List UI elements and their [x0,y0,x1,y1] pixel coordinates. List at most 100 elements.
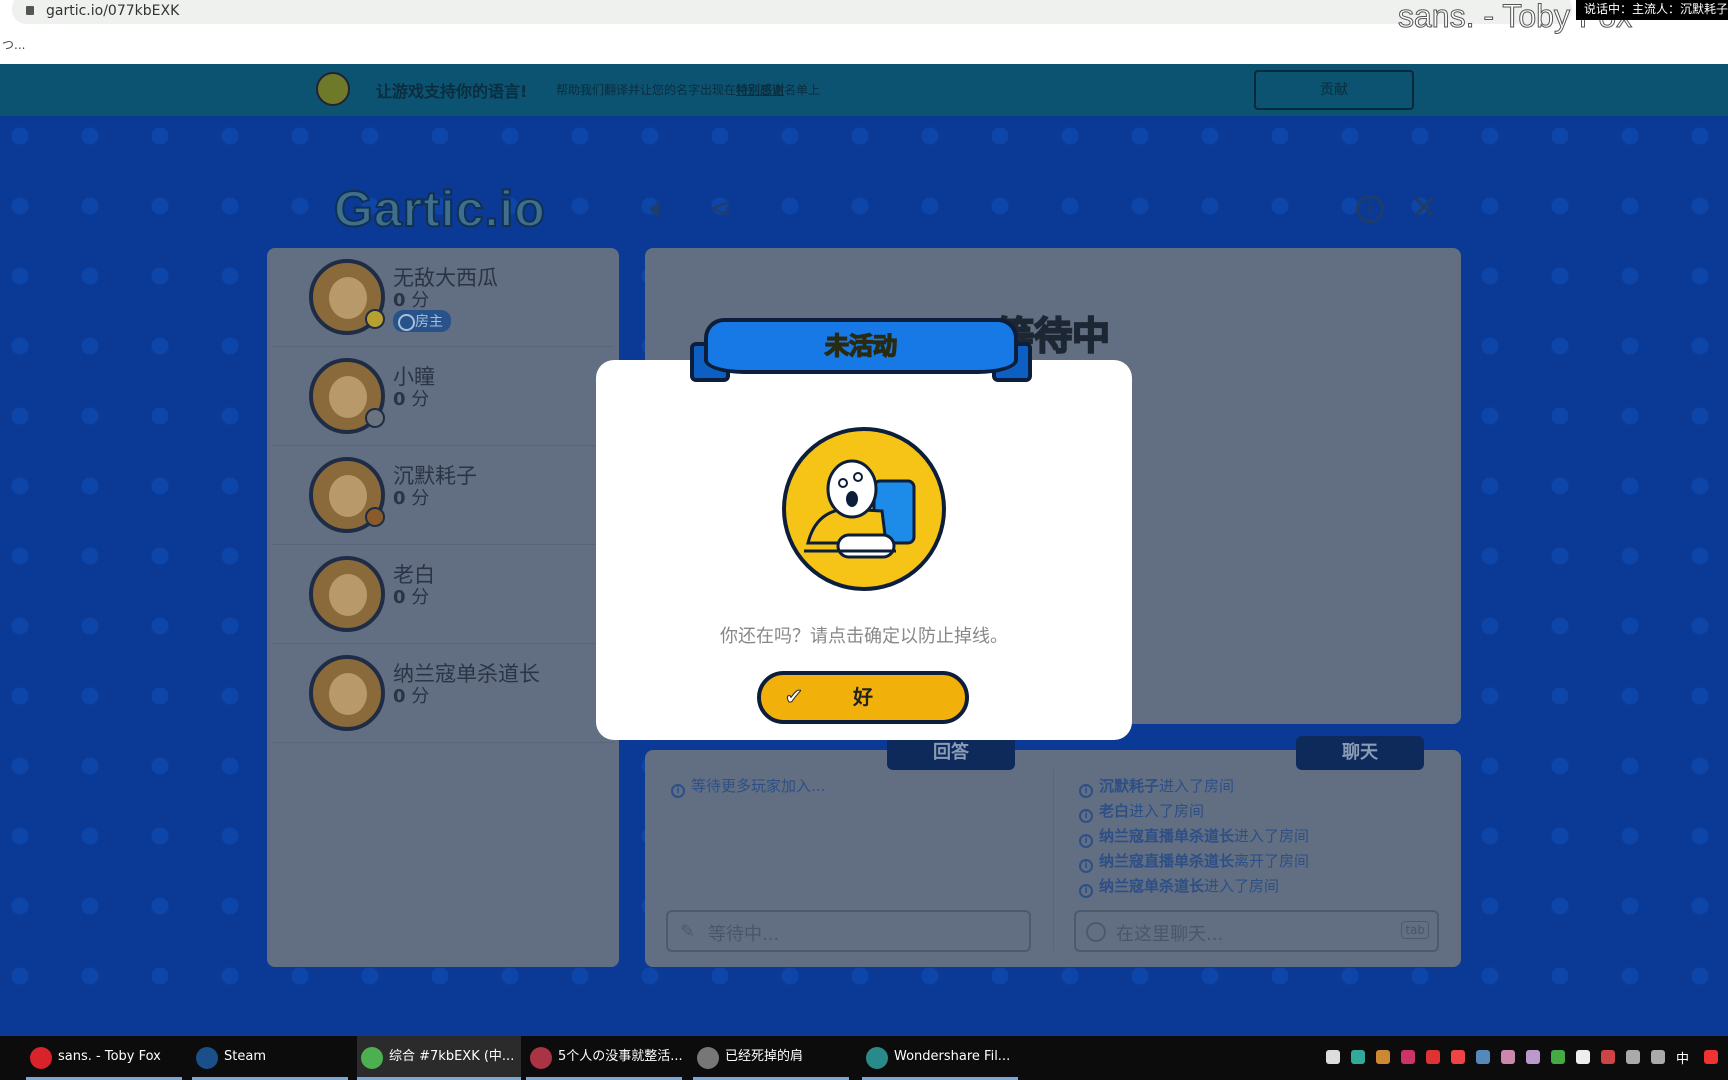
info-icon: i [1079,834,1093,848]
tray-icon[interactable] [1601,1050,1615,1064]
chat-action: 进入了房间 [1204,877,1280,895]
player-row[interactable]: 纳兰寇单杀道长 0 分 [272,644,614,743]
close-icon[interactable]: ✕ [1410,188,1439,228]
ime-indicator[interactable]: 中 [1676,1048,1689,1067]
status-dot [365,507,385,527]
chat-user[interactable]: 沉默耗子 [1099,777,1159,795]
avatar [309,556,385,632]
address-pill[interactable] [12,0,1572,24]
translate-banner: 让游戏支持你的语言! 帮助我们翻译并让您的名字出现在特别感谢名单上 贡献 [0,64,1728,116]
taskbar-item[interactable]: 已经死掉的肩 [693,1036,849,1080]
chat-action: 离开了房间 [1234,852,1310,870]
tray-icon[interactable] [1401,1050,1415,1064]
answers-message-text: 等待更多玩家加入... [691,777,826,795]
info-icon: i [671,784,685,798]
banner-desc: 帮助我们翻译并让您的名字出现在特别感谢名单上 [556,81,820,98]
chat-user[interactable]: 纳兰寇直播单杀道长 [1099,827,1234,845]
score-unit: 分 [411,488,430,509]
ok-label: 好 [853,685,873,709]
ok-button[interactable]: ✔ 好 [757,671,969,724]
banner-desc-suffix: 名单上 [784,83,821,97]
info-icon[interactable]: i [1356,195,1384,223]
loading-text: つ... [2,38,26,52]
score-value: 0 [393,587,406,608]
tray-icon[interactable] [1476,1050,1490,1064]
host-badge: 房主 [393,310,451,332]
info-icon: i [1079,884,1093,898]
chat-message: i 纳兰寇直播单杀道长离开了房间 [1079,850,1309,873]
avatar-face [329,376,367,418]
player-row[interactable]: 小瞳 0 分 [272,347,614,446]
score-unit: 分 [411,290,430,311]
tray-icon[interactable] [1651,1050,1665,1064]
gartic-logo: Gartic.io [333,180,546,238]
chat-user[interactable]: 纳兰寇直播单杀道长 [1099,852,1234,870]
taskbar-item[interactable]: Wondershare Fil... [862,1036,1018,1080]
sogou-icon[interactable] [1704,1050,1718,1064]
tray-icon[interactable] [1576,1050,1590,1064]
player-score: 0 分 [393,583,429,609]
lock-icon [26,6,34,15]
taskbar-item[interactable]: Steam [192,1036,348,1080]
translate-icon [316,72,350,106]
player-score: 0 分 [393,682,429,708]
tray-icon[interactable] [1451,1050,1465,1064]
player-score: 0 分 [393,385,429,411]
score-value: 0 [393,389,406,410]
avatar [309,655,385,731]
tray-icon[interactable] [1426,1050,1440,1064]
avatar [309,259,385,335]
share-icon[interactable]: ⋖ [708,191,733,226]
check-icon: ✔ [784,685,804,711]
avatar [309,358,385,434]
thanks-link[interactable]: 特别感谢 [736,83,784,97]
dialog-message: 你还在吗？请点击确定以防止掉线。 [720,626,1008,647]
chat-action: 进入了房间 [1234,827,1310,845]
info-icon: i [1079,809,1093,823]
tray-icon[interactable] [1526,1050,1540,1064]
player-row[interactable]: 老白 0 分 [272,545,614,644]
avatar-face [329,574,367,616]
status-dot [365,309,385,329]
sleeping-user-icon [782,427,946,591]
banner-title: 让游戏支持你的语言! [376,82,528,101]
player-row[interactable]: 沉默耗子 0 分 [272,446,614,545]
contribute-button[interactable]: 贡献 [1254,70,1414,110]
avatar-face [329,673,367,715]
tray-icon[interactable] [1351,1050,1365,1064]
chat-bubble-icon [1086,922,1106,942]
score-value: 0 [393,488,406,509]
taskbar-item[interactable]: 综合 #7kbEXK (中... [357,1036,521,1080]
tray-icon[interactable] [1376,1050,1390,1064]
chat-action: 进入了房间 [1129,802,1205,820]
dialog-ribbon: 未活动 [690,312,1032,388]
chat-placeholder: 在这里聊天... [1116,924,1224,945]
url-text[interactable]: gartic.io/077kbEXK [46,3,179,19]
chat-user[interactable]: 老白 [1099,802,1129,820]
taskbar-item[interactable]: 5个人の没事就整活... [526,1036,682,1080]
answer-input[interactable]: ✎ 等待中... [666,910,1031,952]
chat-user[interactable]: 纳兰寇单杀道长 [1099,877,1204,895]
status-dot [365,408,385,428]
avatar-face [329,277,367,319]
chat-action: 进入了房间 [1159,777,1235,795]
score-unit: 分 [411,686,430,707]
player-score: 0 分 [393,484,429,510]
pencil-icon: ✎ [680,921,696,942]
tray-icon[interactable] [1551,1050,1565,1064]
chat-input[interactable]: 在这里聊天... tab [1074,910,1439,952]
speaker-icon[interactable]: 🔈︎ [650,191,668,226]
tray-icon[interactable] [1501,1050,1515,1064]
tab-answers[interactable]: 回答 [887,736,1015,770]
tray-icon[interactable] [1626,1050,1640,1064]
tab-chat[interactable]: 聊天 [1296,736,1424,770]
player-row[interactable]: 无敌大西瓜 0 分 房主 [272,248,614,347]
taskbar-item[interactable]: sans. - Toby Fox [26,1036,182,1080]
info-icon: i [1079,859,1093,873]
divider [1053,770,1054,950]
taskbar: sans. - Toby Fox Steam 综合 #7kbEXK (中... 5个人… [0,1036,1728,1080]
dialog-title: 未活动 [824,331,898,361]
tray-icon[interactable] [1326,1050,1340,1064]
chat-message: i 纳兰寇单杀道长进入了房间 [1079,875,1279,898]
player-score: 0 分 [393,286,429,312]
